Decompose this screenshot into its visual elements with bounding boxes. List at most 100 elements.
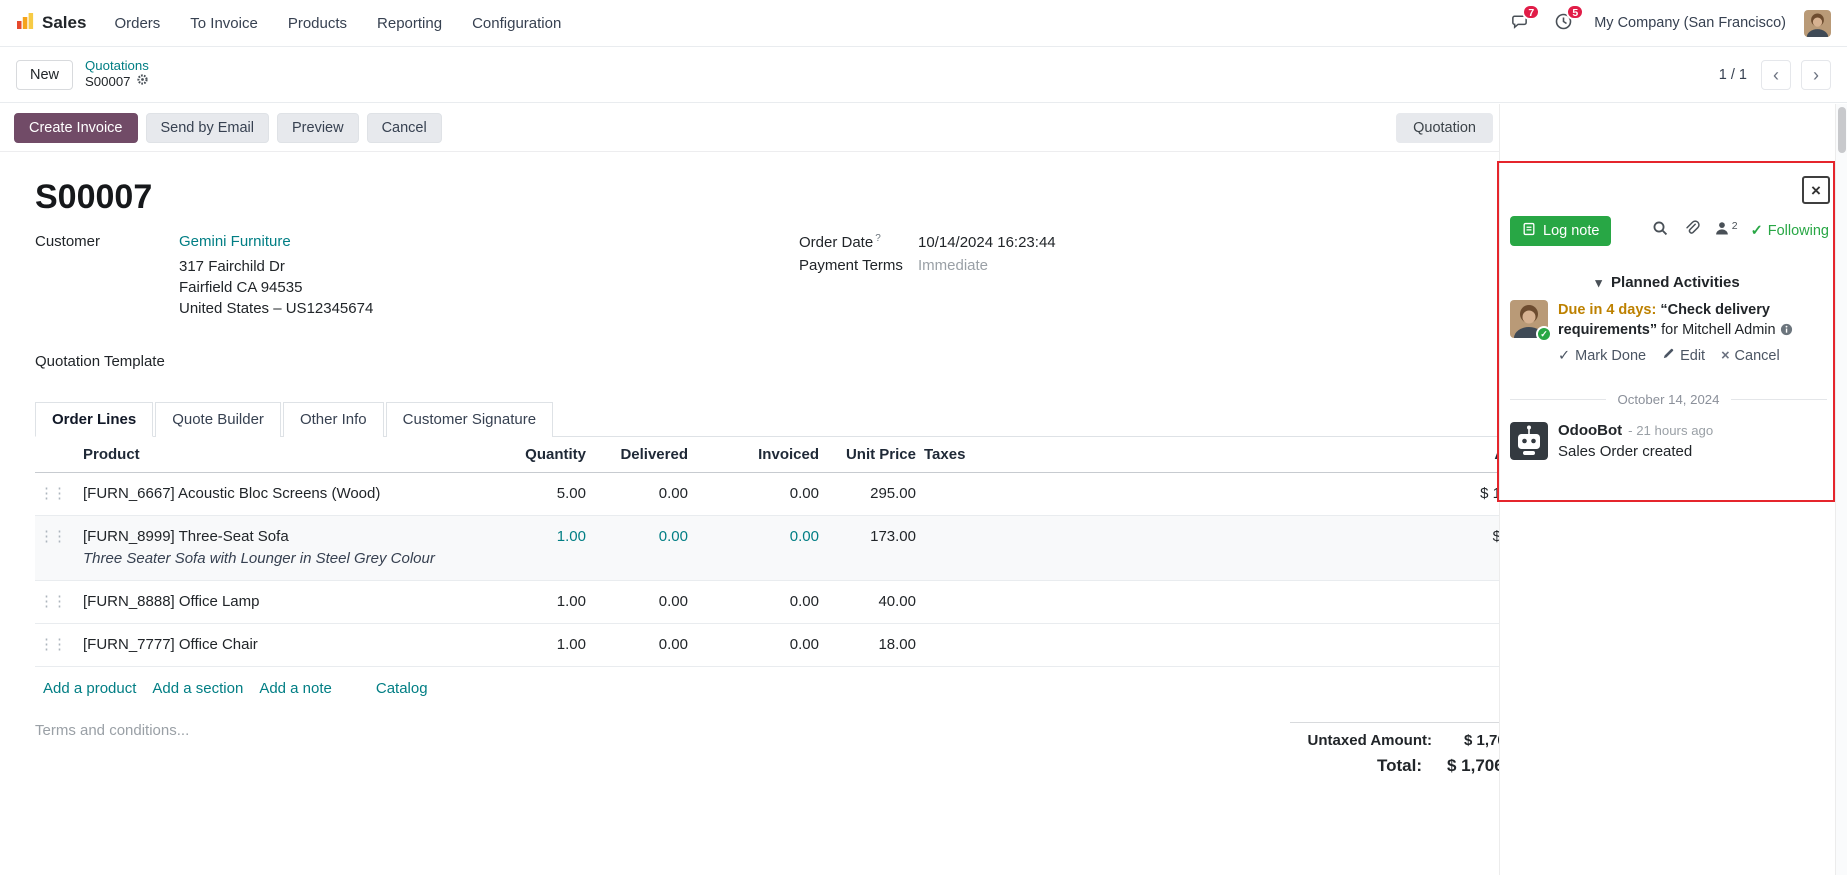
followers-icon bbox=[1714, 220, 1731, 241]
activities-button[interactable]: 5 bbox=[1550, 10, 1576, 36]
menu-configuration[interactable]: Configuration bbox=[472, 15, 561, 32]
payment-terms-value[interactable]: Immediate bbox=[918, 257, 988, 274]
breadcrumb-quotations[interactable]: Quotations bbox=[85, 58, 149, 73]
delivered-cell: 0.00 bbox=[590, 516, 692, 581]
quantity-cell[interactable]: 1.00 bbox=[505, 581, 590, 624]
cancel-activity-button[interactable]: × Cancel bbox=[1721, 346, 1780, 366]
table-header-row: Product Quantity Delivered Invoiced Unit… bbox=[35, 437, 1500, 473]
unit-price-cell[interactable]: 40.00 bbox=[823, 581, 920, 624]
unit-price-cell[interactable]: 18.00 bbox=[823, 624, 920, 667]
quantity-cell[interactable]: 5.00 bbox=[505, 473, 590, 516]
followers-button[interactable]: 2 bbox=[1714, 220, 1737, 241]
col-product: Product bbox=[79, 437, 505, 473]
create-invoice-button[interactable]: Create Invoice bbox=[14, 113, 138, 143]
col-taxes: Taxes bbox=[920, 437, 1075, 473]
pager-next-button[interactable]: › bbox=[1801, 60, 1831, 90]
apps-menu-button[interactable]: Sales bbox=[16, 12, 86, 34]
invoiced-cell: 0.00 bbox=[692, 516, 823, 581]
close-chatter-button[interactable]: × bbox=[1802, 176, 1830, 204]
taxes-cell[interactable] bbox=[920, 624, 1075, 667]
product-cell[interactable]: [FURN_7777] Office Chair bbox=[79, 624, 505, 667]
delivered-cell: 0.00 bbox=[590, 624, 692, 667]
untaxed-amount-value: $ 1,706.00 bbox=[1464, 732, 1500, 749]
tab-order-lines[interactable]: Order Lines bbox=[35, 402, 153, 437]
address-line: United States – US12345674 bbox=[179, 298, 799, 319]
cancel-button[interactable]: Cancel bbox=[367, 113, 442, 143]
pager-count: 1 / 1 bbox=[1719, 67, 1747, 83]
pager-prev-button[interactable]: ‹ bbox=[1761, 60, 1791, 90]
drag-handle-icon[interactable]: ⋮⋮ bbox=[35, 581, 79, 624]
log-note-button[interactable]: Log note bbox=[1510, 216, 1611, 246]
product-cell[interactable]: [FURN_8999] Three-Seat Sofa Three Seater… bbox=[79, 516, 505, 581]
catalog-link[interactable]: Catalog bbox=[376, 680, 428, 697]
gear-icon[interactable] bbox=[136, 73, 149, 90]
chatter-message: OdooBot - 21 hours ago Sales Order creat… bbox=[1510, 422, 1833, 460]
col-delivered: Delivered bbox=[590, 437, 692, 473]
menu-to-invoice[interactable]: To Invoice bbox=[190, 15, 258, 32]
order-line-row[interactable]: ⋮⋮ [FURN_6667] Acoustic Bloc Screens (Wo… bbox=[35, 473, 1500, 516]
tab-other-info[interactable]: Other Info bbox=[283, 402, 384, 437]
message-timestamp: - 21 hours ago bbox=[1628, 423, 1713, 438]
chevron-right-icon: › bbox=[1813, 66, 1819, 84]
add-product-link[interactable]: Add a product bbox=[43, 680, 136, 697]
new-button[interactable]: New bbox=[16, 60, 73, 90]
taxes-cell[interactable] bbox=[920, 581, 1075, 624]
activities-badge: 5 bbox=[1566, 4, 1584, 20]
tab-customer-signature[interactable]: Customer Signature bbox=[386, 402, 553, 437]
taxes-cell[interactable] bbox=[920, 473, 1075, 516]
drag-handle-icon[interactable]: ⋮⋮ bbox=[35, 473, 79, 516]
scrollbar-thumb[interactable] bbox=[1838, 107, 1846, 153]
stage-quotation[interactable]: Quotation bbox=[1396, 113, 1493, 143]
app-name[interactable]: Sales bbox=[42, 13, 86, 33]
content-area: Create Invoice Send by Email Preview Can… bbox=[0, 104, 1847, 875]
menu-products[interactable]: Products bbox=[288, 15, 347, 32]
order-date-value[interactable]: 10/14/2024 16:23:44 bbox=[918, 234, 1056, 251]
info-icon[interactable] bbox=[1780, 322, 1793, 338]
quantity-cell[interactable]: 1.00 bbox=[505, 624, 590, 667]
customer-label: Customer bbox=[35, 233, 179, 250]
odoobot-avatar bbox=[1510, 422, 1548, 460]
breadcrumb-bar: New Quotations S00007 1 / 1 ‹ › bbox=[0, 47, 1847, 103]
total-label: Total: bbox=[1377, 756, 1422, 776]
messages-button[interactable]: 7 bbox=[1506, 10, 1532, 36]
customer-link[interactable]: Gemini Furniture bbox=[179, 233, 291, 250]
record-pager: 1 / 1 ‹ › bbox=[1719, 60, 1831, 90]
amount-cell: $ 173.00 bbox=[1075, 516, 1500, 581]
edit-activity-button[interactable]: Edit bbox=[1662, 346, 1705, 366]
mark-done-button[interactable]: ✓ Mark Done bbox=[1558, 346, 1646, 366]
product-cell[interactable]: [FURN_6667] Acoustic Bloc Screens (Wood) bbox=[79, 473, 505, 516]
invoiced-cell: 0.00 bbox=[692, 473, 823, 516]
apps-grid-icon bbox=[16, 12, 34, 34]
preview-button[interactable]: Preview bbox=[277, 113, 359, 143]
terms-placeholder[interactable]: Terms and conditions... bbox=[35, 722, 189, 783]
action-button-row: Create Invoice Send by Email Preview Can… bbox=[0, 104, 1499, 152]
menu-reporting[interactable]: Reporting bbox=[377, 15, 442, 32]
product-cell[interactable]: [FURN_8888] Office Lamp bbox=[79, 581, 505, 624]
check-icon: ✓ bbox=[1558, 346, 1570, 366]
add-note-link[interactable]: Add a note bbox=[259, 680, 332, 697]
add-section-link[interactable]: Add a section bbox=[152, 680, 243, 697]
drag-handle-icon[interactable]: ⋮⋮ bbox=[35, 624, 79, 667]
taxes-cell[interactable] bbox=[920, 516, 1075, 581]
user-avatar[interactable] bbox=[1804, 10, 1831, 37]
unit-price-cell[interactable]: 173.00 bbox=[823, 516, 920, 581]
order-line-row[interactable]: ⋮⋮ [FURN_7777] Office Chair 1.00 0.00 0.… bbox=[35, 624, 1500, 667]
tab-quote-builder[interactable]: Quote Builder bbox=[155, 402, 281, 437]
customer-address: 317 Fairchild Dr Fairfield CA 94535 Unit… bbox=[179, 256, 799, 319]
planned-activities-header[interactable]: ▾ Planned Activities bbox=[1500, 274, 1835, 291]
drag-handle-icon[interactable]: ⋮⋮ bbox=[35, 516, 79, 581]
unit-price-cell[interactable]: 295.00 bbox=[823, 473, 920, 516]
quantity-cell[interactable]: 1.00 bbox=[505, 516, 590, 581]
order-line-row[interactable]: ⋮⋮ [FURN_8999] Three-Seat Sofa Three Sea… bbox=[35, 516, 1500, 581]
check-icon: ✓ bbox=[1751, 223, 1763, 239]
menu-orders[interactable]: Orders bbox=[114, 15, 160, 32]
search-messages-button[interactable] bbox=[1652, 220, 1669, 241]
company-switcher[interactable]: My Company (San Francisco) bbox=[1594, 15, 1786, 31]
attach-files-button[interactable] bbox=[1683, 220, 1700, 241]
send-by-email-button[interactable]: Send by Email bbox=[146, 113, 270, 143]
sales-quotation-page: Sales Orders To Invoice Products Reporti… bbox=[0, 0, 1847, 875]
order-line-row[interactable]: ⋮⋮ [FURN_8888] Office Lamp 1.00 0.00 0.0… bbox=[35, 581, 1500, 624]
line-actions: Add a product Add a section Add a note C… bbox=[35, 667, 1499, 710]
col-unit-price: Unit Price bbox=[823, 437, 920, 473]
following-button[interactable]: ✓ Following bbox=[1751, 223, 1829, 239]
